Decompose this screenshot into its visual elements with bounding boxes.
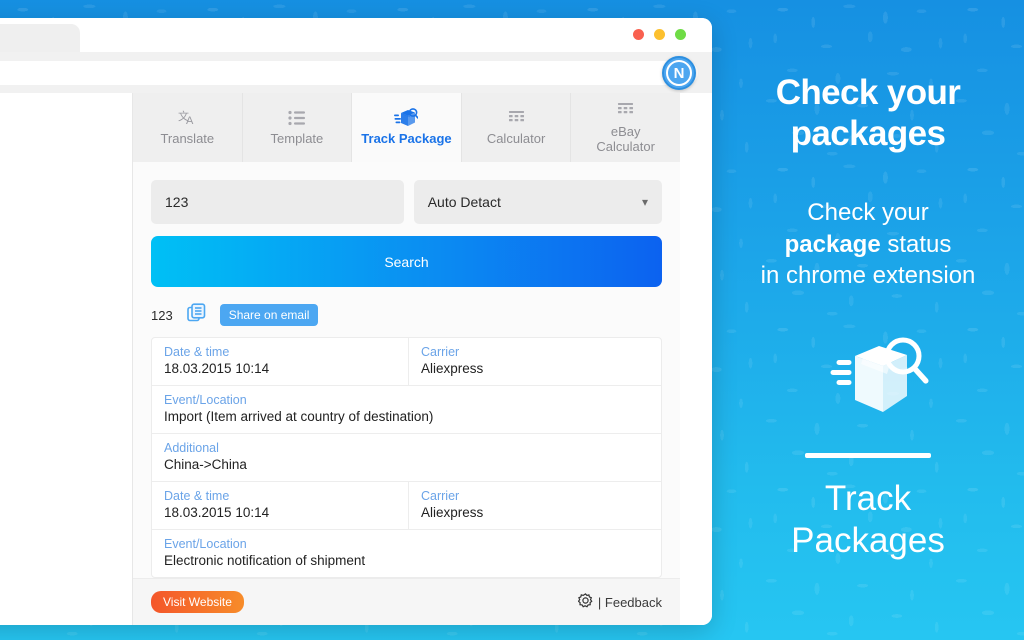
value-event: Import (Item arrived at country of desti… bbox=[164, 409, 434, 424]
cell-carrier: Carrier Aliexpress bbox=[409, 338, 661, 385]
calculator-grid-icon bbox=[617, 101, 634, 120]
label-carrier: Carrier bbox=[421, 489, 460, 503]
result-tracking-code: 123 bbox=[151, 307, 173, 323]
minimize-button-icon[interactable] bbox=[654, 29, 665, 40]
address-bar-input[interactable] bbox=[0, 60, 698, 85]
search-button[interactable]: Search bbox=[151, 236, 662, 287]
label-carrier: Carrier bbox=[421, 345, 460, 359]
value-event: Electronic notification of shipment bbox=[164, 553, 366, 568]
popup-footer: Visit Website | Feedback bbox=[133, 578, 680, 625]
svg-text:A: A bbox=[186, 115, 194, 127]
list-icon bbox=[288, 108, 306, 127]
label-additional: Additional bbox=[164, 441, 219, 455]
promo-panel: Check your packages Check your package s… bbox=[712, 0, 1024, 640]
value-carrier: Aliexpress bbox=[421, 361, 484, 376]
value-additional: China->China bbox=[164, 457, 247, 472]
value-datetime: 18.03.2015 10:14 bbox=[164, 361, 270, 376]
label-datetime: Date & time bbox=[164, 489, 230, 503]
tab-calculator[interactable]: Calculator bbox=[462, 93, 572, 162]
extension-icon[interactable]: N bbox=[662, 56, 696, 90]
track-form: 123 Auto Detact ▾ Search bbox=[133, 162, 680, 287]
browser-window: N 文 A Translate Template Track Package C… bbox=[0, 18, 712, 625]
tab-template-label: Template bbox=[270, 131, 324, 147]
extension-popup: 文 A Translate Template Track Package Cal… bbox=[132, 93, 680, 625]
tab-track-package[interactable]: Track Package bbox=[352, 93, 462, 162]
promo-caption-line1: Track bbox=[824, 479, 912, 519]
share-on-email-button[interactable]: Share on email bbox=[219, 304, 319, 326]
cell-event: Event/Location Electronic notification o… bbox=[152, 530, 661, 577]
package-search-icon bbox=[803, 334, 933, 435]
browser-toolbar: N bbox=[0, 52, 712, 93]
promo-caption-line2: Packages bbox=[791, 521, 945, 561]
value-datetime: 18.03.2015 10:14 bbox=[164, 505, 270, 520]
tracking-number-input[interactable]: 123 bbox=[151, 180, 404, 224]
promo-title-line1: Check your bbox=[775, 73, 961, 112]
promo-subtitle: Check your package status in chrome exte… bbox=[761, 197, 976, 293]
browser-tab[interactable] bbox=[0, 24, 80, 52]
tracking-events-table: Date & time 18.03.2015 10:14 Carrier Ali… bbox=[151, 337, 662, 578]
feedback-label: | Feedback bbox=[597, 594, 662, 610]
maximize-button-icon[interactable] bbox=[675, 29, 686, 40]
promo-subtitle-line2: package status bbox=[761, 229, 976, 261]
promo-title: Check your packages bbox=[776, 72, 961, 155]
tab-template[interactable]: Template bbox=[243, 93, 353, 162]
carrier-select-value: Auto Detact bbox=[427, 194, 501, 210]
tab-ebay-calculator[interactable]: eBay Calculator bbox=[571, 93, 680, 162]
result-header: 123 Share on email bbox=[133, 287, 680, 337]
promo-subtitle-line3: in chrome extension bbox=[760, 262, 976, 290]
promo-subtitle-line1: Check your bbox=[807, 198, 929, 226]
label-event: Event/Location bbox=[164, 537, 247, 551]
table-row: Event/Location Import (Item arrived at c… bbox=[152, 386, 661, 434]
table-row: Additional China->China bbox=[152, 434, 661, 482]
promo-subtitle-status: status bbox=[880, 230, 952, 258]
promo-title-line2: packages bbox=[790, 114, 946, 154]
value-carrier: Aliexpress bbox=[421, 505, 484, 520]
tab-track-package-label: Track Package bbox=[361, 131, 452, 147]
browser-viewport: 文 A Translate Template Track Package Cal… bbox=[0, 93, 712, 625]
cell-carrier: Carrier Aliexpress bbox=[409, 482, 661, 529]
cell-event: Event/Location Import (Item arrived at c… bbox=[152, 386, 661, 433]
tab-translate-label: Translate bbox=[160, 131, 215, 147]
translate-icon: 文 A bbox=[178, 108, 197, 127]
carrier-select[interactable]: Auto Detact ▾ bbox=[413, 180, 662, 224]
cell-datetime: Date & time 18.03.2015 10:14 bbox=[152, 482, 409, 529]
cell-additional: Additional China->China bbox=[152, 434, 661, 481]
extension-badge-letter: N bbox=[666, 60, 692, 86]
table-row: Event/Location Electronic notification o… bbox=[152, 530, 661, 577]
tab-calculator-label: Calculator bbox=[486, 131, 546, 147]
close-button-icon[interactable] bbox=[633, 29, 644, 40]
promo-subtitle-bold: package bbox=[784, 230, 881, 258]
visit-website-button[interactable]: Visit Website bbox=[151, 591, 244, 613]
window-controls bbox=[633, 29, 686, 40]
form-row: 123 Auto Detact ▾ bbox=[151, 180, 662, 224]
chevron-down-icon: ▾ bbox=[641, 195, 648, 209]
table-row: Date & time 18.03.2015 10:14 Carrier Ali… bbox=[152, 338, 661, 386]
label-datetime: Date & time bbox=[164, 345, 230, 359]
tab-translate[interactable]: 文 A Translate bbox=[133, 93, 243, 162]
promo-divider bbox=[805, 453, 931, 459]
table-row: Date & time 18.03.2015 10:14 Carrier Ali… bbox=[152, 482, 661, 530]
package-search-icon bbox=[394, 107, 419, 127]
cell-datetime: Date & time 18.03.2015 10:14 bbox=[152, 338, 409, 385]
copy-documents-icon[interactable] bbox=[186, 303, 206, 327]
popup-tabbar: 文 A Translate Template Track Package Cal… bbox=[133, 93, 680, 162]
gear-icon bbox=[577, 593, 593, 611]
feedback-link[interactable]: | Feedback bbox=[577, 593, 662, 611]
calculator-grid-icon bbox=[508, 108, 525, 127]
browser-tabstrip bbox=[0, 18, 712, 52]
promo-caption: Track Packages bbox=[791, 478, 945, 562]
tab-ebay-calculator-label: eBay Calculator bbox=[596, 123, 655, 154]
label-event: Event/Location bbox=[164, 393, 247, 407]
